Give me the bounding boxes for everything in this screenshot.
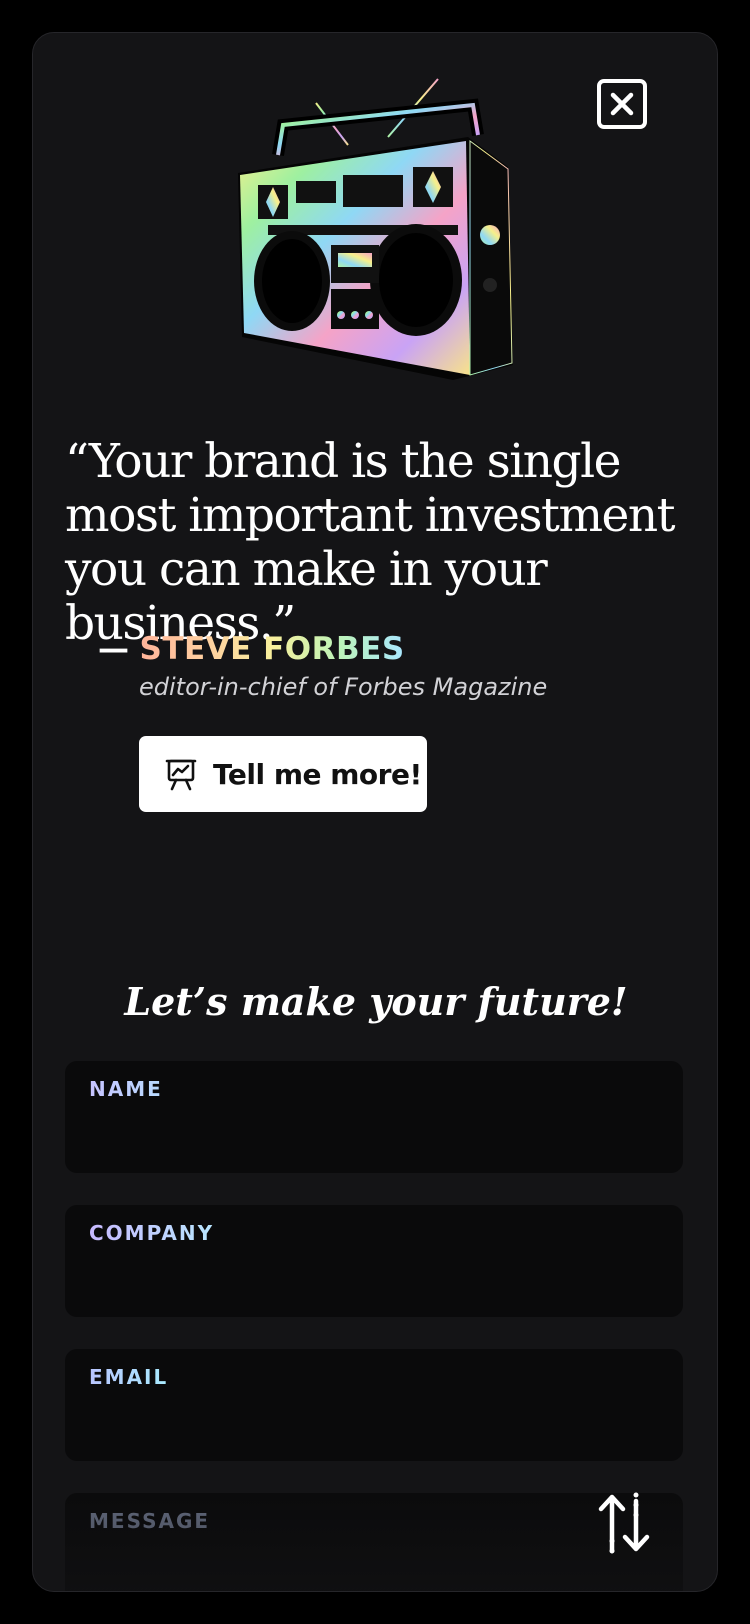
name-input[interactable] <box>89 1113 659 1157</box>
attribution-dash: — <box>98 631 130 667</box>
tell-me-more-button[interactable]: Tell me more! <box>139 736 427 812</box>
name-field[interactable]: NAME <box>65 1061 683 1173</box>
company-input[interactable] <box>89 1257 659 1301</box>
message-input[interactable] <box>89 1545 659 1589</box>
company-label: COMPANY <box>89 1221 215 1245</box>
quote-author: STEVE FORBES <box>139 631 405 667</box>
email-label: EMAIL <box>89 1365 169 1389</box>
tell-me-more-label: Tell me more! <box>213 757 422 791</box>
email-input[interactable] <box>89 1401 659 1445</box>
close-button[interactable] <box>597 79 647 129</box>
company-field[interactable]: COMPANY <box>65 1205 683 1317</box>
boombox-illustration <box>238 78 513 380</box>
email-field[interactable]: EMAIL <box>65 1349 683 1461</box>
sort-arrows-icon[interactable] <box>596 1491 652 1557</box>
contact-modal: “Your brand is the single most important… <box>32 32 718 1592</box>
close-icon <box>610 92 634 116</box>
form-title: Let’s make your future! <box>124 979 628 1024</box>
quote-attribution: — STEVE FORBES <box>98 631 405 667</box>
name-label: NAME <box>89 1077 163 1101</box>
message-field[interactable]: MESSAGE <box>65 1493 683 1591</box>
message-label: MESSAGE <box>89 1509 211 1533</box>
quote-text: “Your brand is the single most important… <box>65 434 675 651</box>
author-role: editor-in-chief of Forbes Magazine <box>139 673 548 701</box>
presentation-chart-icon <box>165 759 197 791</box>
